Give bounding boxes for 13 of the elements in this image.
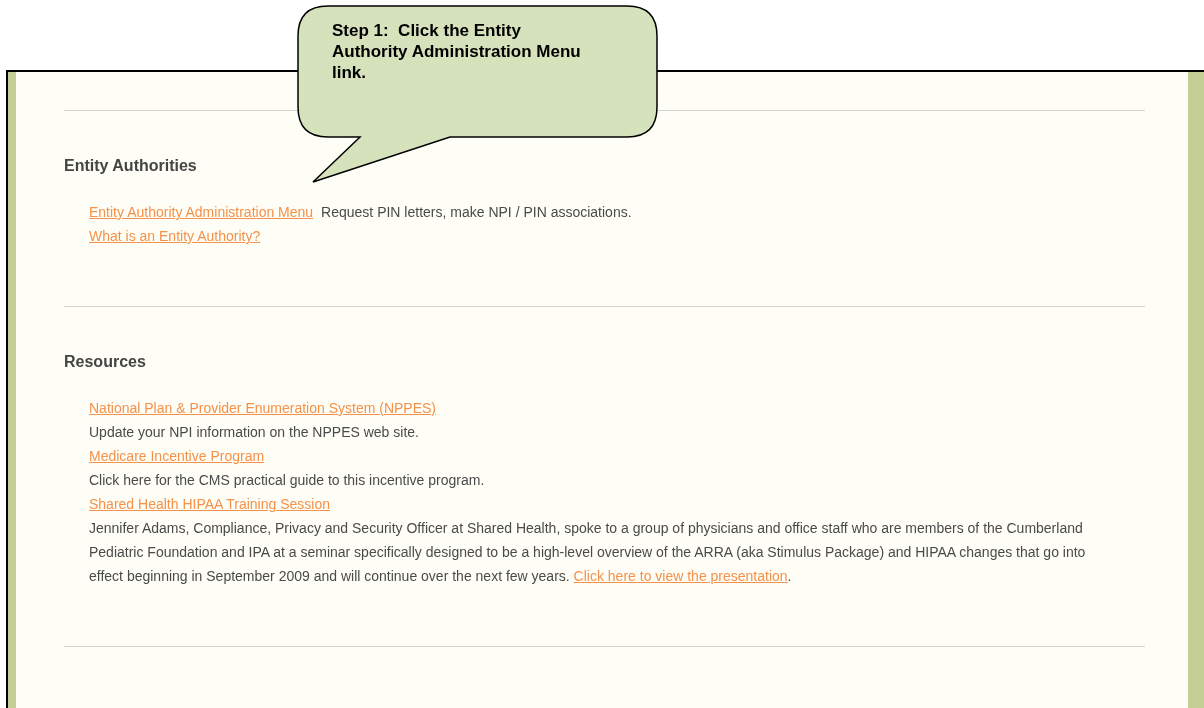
link[interactable]: Shared Health HIPAA Training Session [89, 492, 330, 516]
section-heading: Resources [64, 352, 147, 372]
callout-text: Step 1: Click the Entity Authority Administration Menu link. [332, 20, 582, 83]
description-text: Click here for the CMS practical guide to this incentive program. [89, 471, 485, 490]
link[interactable]: Medicare Incentive Program [89, 444, 265, 468]
presentation-link[interactable]: Click here to view the presentation [573, 568, 788, 584]
description-text: Update your NPI information on the NPPES web site. [89, 423, 419, 442]
description-text: Jennifer Adams, Compliance, Privacy and Security Officer at Shared Health, spoke to a group of physicians and office staff who are members of the Cumberland Pediatric Foundation and IPA at a seminar specifically designed to be a high-level overview of the ARRA (aka Stimulus Package) and HIPAA changes that go into effect beginning in September 2009 and will continue over the next few years. Click here to view the presentation. [89, 519, 1087, 586]
link[interactable]: What is an Entity Authority? [89, 228, 261, 244]
link[interactable]: Entity Authority Administration Menu [89, 204, 314, 220]
section-heading: Entity Authorities [64, 156, 198, 176]
description-text: Request PIN letters, make NPI / PIN associations. [321, 204, 632, 220]
link[interactable]: National Plan & Provider Enumeration System (NPPES) [89, 396, 437, 420]
